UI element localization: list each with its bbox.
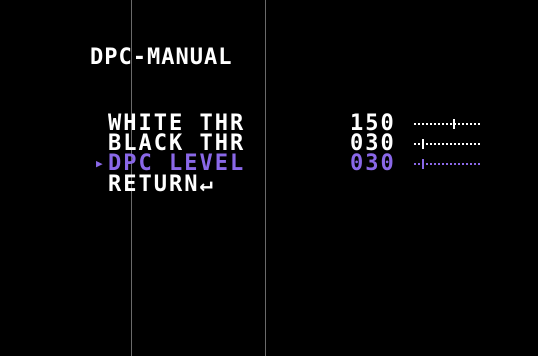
menu-title: DPC-MANUAL: [90, 45, 233, 70]
slider-thumb[interactable]: [422, 139, 424, 149]
osd-screen: DPC-MANUAL WHITE THR 150 BLACK THR 030 ▶…: [0, 0, 538, 356]
menu-item-return[interactable]: RETURN↵: [0, 173, 538, 197]
level-slider[interactable]: [414, 119, 482, 129]
selection-cursor-icon: ▶: [96, 157, 103, 170]
level-slider[interactable]: [414, 139, 482, 149]
slider-thumb[interactable]: [422, 159, 424, 169]
slider-thumb[interactable]: [453, 119, 455, 129]
level-slider[interactable]: [414, 159, 482, 169]
menu-item-label: RETURN↵: [108, 172, 215, 197]
